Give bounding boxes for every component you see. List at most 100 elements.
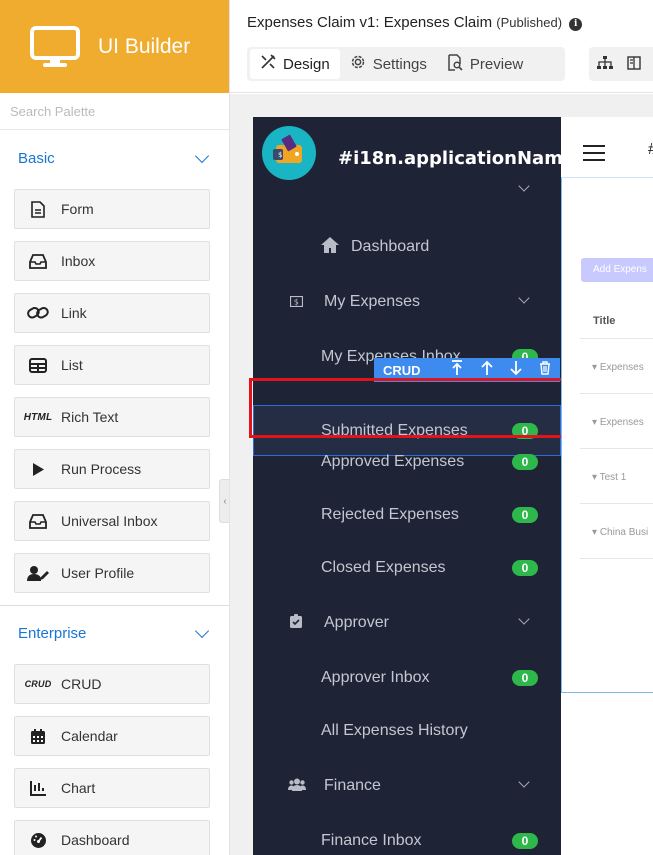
nav-label: Rejected Expenses xyxy=(321,506,459,523)
builder-header: Expenses Claim v1: Expenses Claim (Publi… xyxy=(230,0,653,93)
nav-item-all-expenses-history[interactable]: All Expenses History xyxy=(253,706,561,756)
palette-item-link[interactable]: Link xyxy=(14,293,210,333)
table-row[interactable]: ▾ Expenses xyxy=(592,417,644,428)
section-enterprise[interactable]: Enterprise xyxy=(0,612,229,654)
table-divider xyxy=(580,503,653,504)
tab-preview[interactable]: Preview xyxy=(437,49,533,79)
app-logo: $ xyxy=(262,126,316,180)
nav-group-approver[interactable]: Approver xyxy=(253,598,561,648)
html-icon: HTML xyxy=(23,411,53,423)
palette-item-calendar[interactable]: Calendar xyxy=(14,716,210,756)
palette-item-label: Dashboard xyxy=(61,832,130,848)
palette-item-dashboard[interactable]: Dashboard xyxy=(14,820,210,855)
section-basic[interactable]: Basic xyxy=(0,137,229,179)
delete-trash-icon[interactable] xyxy=(531,361,560,379)
chevron-down-icon xyxy=(194,623,210,638)
nav-group-finance[interactable]: Finance xyxy=(253,761,561,811)
clipboard-check-icon xyxy=(290,614,302,632)
nav-group-my-expenses[interactable]: $ My Expenses xyxy=(253,277,561,327)
collapse-palette-handle[interactable]: ‹ xyxy=(219,479,229,523)
palette-item-crud[interactable]: CRUD CRUD xyxy=(14,664,210,704)
palette-item-run-process[interactable]: Run Process xyxy=(14,449,210,489)
palette-item-user-profile[interactable]: User Profile xyxy=(14,553,210,593)
palette-item-chart[interactable]: Chart xyxy=(14,768,210,808)
palette-search-input[interactable] xyxy=(0,93,229,130)
table-cell: China Busi xyxy=(599,527,649,538)
count-badge: 0 xyxy=(512,560,538,576)
tree-structure-icon[interactable] xyxy=(597,55,613,73)
app-version-title: Expenses Claim v1: Expenses Claim xyxy=(247,14,493,31)
link-icon xyxy=(15,293,61,333)
move-up-icon[interactable] xyxy=(472,360,501,380)
play-icon xyxy=(15,449,61,489)
section-divider xyxy=(0,605,229,606)
chevron-down-icon xyxy=(194,148,210,163)
tab-label: Design xyxy=(283,55,330,73)
chevron-down-icon[interactable] xyxy=(518,180,530,192)
tab-label: Preview xyxy=(469,55,524,73)
app-sidebar: $ #i18n.applicationName# Dashboard $ My … xyxy=(253,117,590,855)
nav-label: All Expenses History xyxy=(321,722,468,739)
table-cell: Test 1 xyxy=(599,472,627,483)
table-divider xyxy=(580,448,653,449)
palette-item-inbox[interactable]: Inbox xyxy=(14,241,210,281)
nav-item-approved-expenses[interactable]: Approved Expenses 0 xyxy=(253,437,561,487)
publish-status: (Published) xyxy=(496,15,563,30)
nav-label: My Expenses xyxy=(324,293,421,310)
crud-icon: CRUD xyxy=(24,679,52,689)
nav-item-rejected-expenses[interactable]: Rejected Expenses 0 xyxy=(253,490,561,540)
palette-item-label: Form xyxy=(61,201,94,217)
element-type-label: CRUD xyxy=(383,362,421,378)
tab-settings[interactable]: Settings xyxy=(340,49,437,79)
tab-design[interactable]: Design xyxy=(250,49,340,79)
move-to-parent-icon[interactable] xyxy=(443,360,472,380)
palette-item-label: Universal Inbox xyxy=(61,513,158,529)
palette-item-label: Link xyxy=(61,305,87,321)
gear-icon xyxy=(350,54,366,74)
chevron-down-icon xyxy=(518,613,530,625)
move-down-icon[interactable] xyxy=(501,360,530,380)
palette-item-universal-inbox[interactable]: Universal Inbox xyxy=(14,501,210,541)
nav-label: Approved Expenses xyxy=(321,453,465,470)
nav-label: Approver Inbox xyxy=(321,669,430,686)
table-cell: Expenses xyxy=(599,362,644,373)
count-badge: 0 xyxy=(512,670,538,686)
monitor-icon xyxy=(30,25,80,68)
list-table-icon xyxy=(15,345,61,385)
preview-icon xyxy=(447,53,463,75)
money-icon: $ xyxy=(289,294,304,311)
palette-item-label: Chart xyxy=(61,780,96,796)
dashboard-icon xyxy=(15,820,61,855)
add-expense-button[interactable]: Add Expens xyxy=(581,258,653,282)
palette-item-label: Calendar xyxy=(61,728,118,744)
brand-title: UI Builder xyxy=(98,34,191,58)
columns-icon[interactable] xyxy=(627,55,641,73)
nav-item-approver-inbox[interactable]: Approver Inbox 0 xyxy=(253,653,561,703)
table-row[interactable]: ▾ Expenses xyxy=(592,362,644,373)
info-icon[interactable]: i xyxy=(569,18,583,31)
calendar-icon xyxy=(15,716,61,756)
app-main-area: # Add Expens Title ▾ Expenses ▾ Expenses… xyxy=(561,117,653,855)
design-tools-icon xyxy=(260,54,276,74)
table-divider xyxy=(580,558,653,559)
table-row[interactable]: ▾ Test 1 xyxy=(592,472,626,483)
svg-text:$: $ xyxy=(294,297,299,306)
nav-item-closed-expenses[interactable]: Closed Expenses 0 xyxy=(253,543,561,593)
section-basic-label: Basic xyxy=(18,149,55,167)
nav-label: Finance xyxy=(324,777,381,794)
app-name: #i18n.applicationName# xyxy=(338,148,591,169)
table-row[interactable]: ▾ China Busi xyxy=(592,527,648,538)
chevron-left-icon: ‹ xyxy=(223,495,227,507)
palette-item-rich-text[interactable]: HTML Rich Text xyxy=(14,397,210,437)
svg-text:$: $ xyxy=(278,151,282,159)
chart-icon xyxy=(15,768,61,808)
component-palette: UI Builder Basic Form Inbox Link List HT… xyxy=(0,0,230,855)
palette-item-list[interactable]: List xyxy=(14,345,210,385)
hamburger-menu-icon[interactable] xyxy=(583,145,605,161)
column-header-title[interactable]: Title xyxy=(593,315,615,327)
count-badge: 0 xyxy=(512,454,538,470)
crud-panel: Add Expens Title ▾ Expenses ▾ Expenses ▾… xyxy=(561,177,653,693)
nav-item-dashboard[interactable]: Dashboard xyxy=(253,222,561,272)
nav-item-finance-inbox[interactable]: Finance Inbox 0 xyxy=(253,816,561,855)
palette-item-form[interactable]: Form xyxy=(14,189,210,229)
